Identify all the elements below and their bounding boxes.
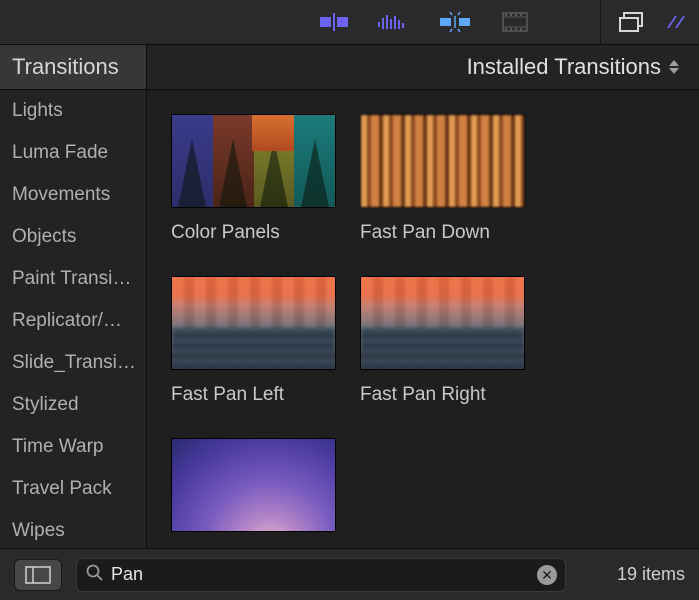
thumbnail-label: Fast Pan Down: [360, 222, 525, 244]
transition-b-icon[interactable]: [438, 12, 472, 32]
sidebar-item[interactable]: Objects: [0, 216, 146, 258]
transition-thumb[interactable]: Color Panels: [171, 114, 336, 244]
sidebar-item[interactable]: Stylized: [0, 384, 146, 426]
transition-thumb[interactable]: Fast Pan Right: [360, 276, 525, 406]
sidebar-item-label: Wipes: [12, 520, 65, 542]
thumbnail-label: Fast Pan Right: [360, 384, 525, 406]
sidebar-item-label: Paint Transi…: [12, 268, 131, 290]
sidebar-item[interactable]: Slide_Transi…: [0, 342, 146, 384]
sidebar-item-label: Replicator/…: [12, 310, 122, 332]
sidebar-item-label: Movements: [12, 184, 110, 206]
sidebar-item-label: Stylized: [12, 394, 79, 416]
browser-header: Transitions Installed Transitions: [0, 44, 699, 90]
windows-icon[interactable]: [619, 12, 645, 32]
sidebar-item[interactable]: Time Warp: [0, 426, 146, 468]
sidebar-item-label: Travel Pack: [12, 478, 112, 500]
item-count-label: 19 items: [617, 564, 685, 585]
thumbnail-image: [171, 114, 336, 208]
source-selector[interactable]: Installed Transitions: [147, 45, 699, 89]
sidebar-item[interactable]: Luma Fade: [0, 132, 146, 174]
sidebar-item-label: Luma Fade: [12, 142, 108, 164]
sidebar-item[interactable]: Wipes: [0, 510, 146, 548]
panel-title-label: Transitions: [12, 54, 119, 80]
layout-toggle-button[interactable]: [14, 559, 62, 591]
transition-thumb[interactable]: [171, 438, 336, 532]
sidebar-item[interactable]: Travel Pack: [0, 468, 146, 510]
sidebar-item[interactable]: Paint Transi…: [0, 258, 146, 300]
top-toolbar: [0, 0, 699, 44]
sidebar-item-label: Lights: [12, 100, 63, 122]
transition-a-icon[interactable]: [320, 13, 348, 31]
search-input[interactable]: [111, 564, 529, 585]
thumbnail-image: [171, 276, 336, 370]
sidebar-item[interactable]: Lights: [0, 90, 146, 132]
sidebar-item-label: Objects: [12, 226, 76, 248]
thumbnail-label: Fast Pan Left: [171, 384, 336, 406]
category-sidebar: Lights Luma Fade Movements Objects Paint…: [0, 90, 147, 548]
sidebar-item[interactable]: Movements: [0, 174, 146, 216]
sidebar-item-label: Time Warp: [12, 436, 103, 458]
source-selector-label: Installed Transitions: [467, 54, 661, 80]
thumbnail-image: [360, 114, 525, 208]
audio-levels-icon[interactable]: [378, 13, 408, 31]
footer-bar: ✕ 19 items: [0, 548, 699, 600]
sidebar-item[interactable]: Replicator/…: [0, 300, 146, 342]
thumbnail-image: [171, 438, 336, 532]
thumbnail-label: Color Panels: [171, 222, 336, 244]
panel-title: Transitions: [0, 45, 147, 89]
stepper-icon: [669, 56, 685, 78]
transition-thumb[interactable]: Fast Pan Left: [171, 276, 336, 406]
thumbnail-image: [360, 276, 525, 370]
clear-search-button[interactable]: ✕: [537, 565, 557, 585]
sidebar-item-label: Slide_Transi…: [12, 352, 136, 374]
search-icon: [85, 563, 103, 586]
search-field[interactable]: ✕: [76, 558, 566, 592]
transition-thumb[interactable]: Fast Pan Down: [360, 114, 525, 244]
thumbnail-grid: Color Panels Fast Pan Down Fast Pan Left…: [147, 90, 699, 548]
link-icon[interactable]: [663, 12, 689, 32]
filmstrip-icon[interactable]: [502, 12, 528, 32]
